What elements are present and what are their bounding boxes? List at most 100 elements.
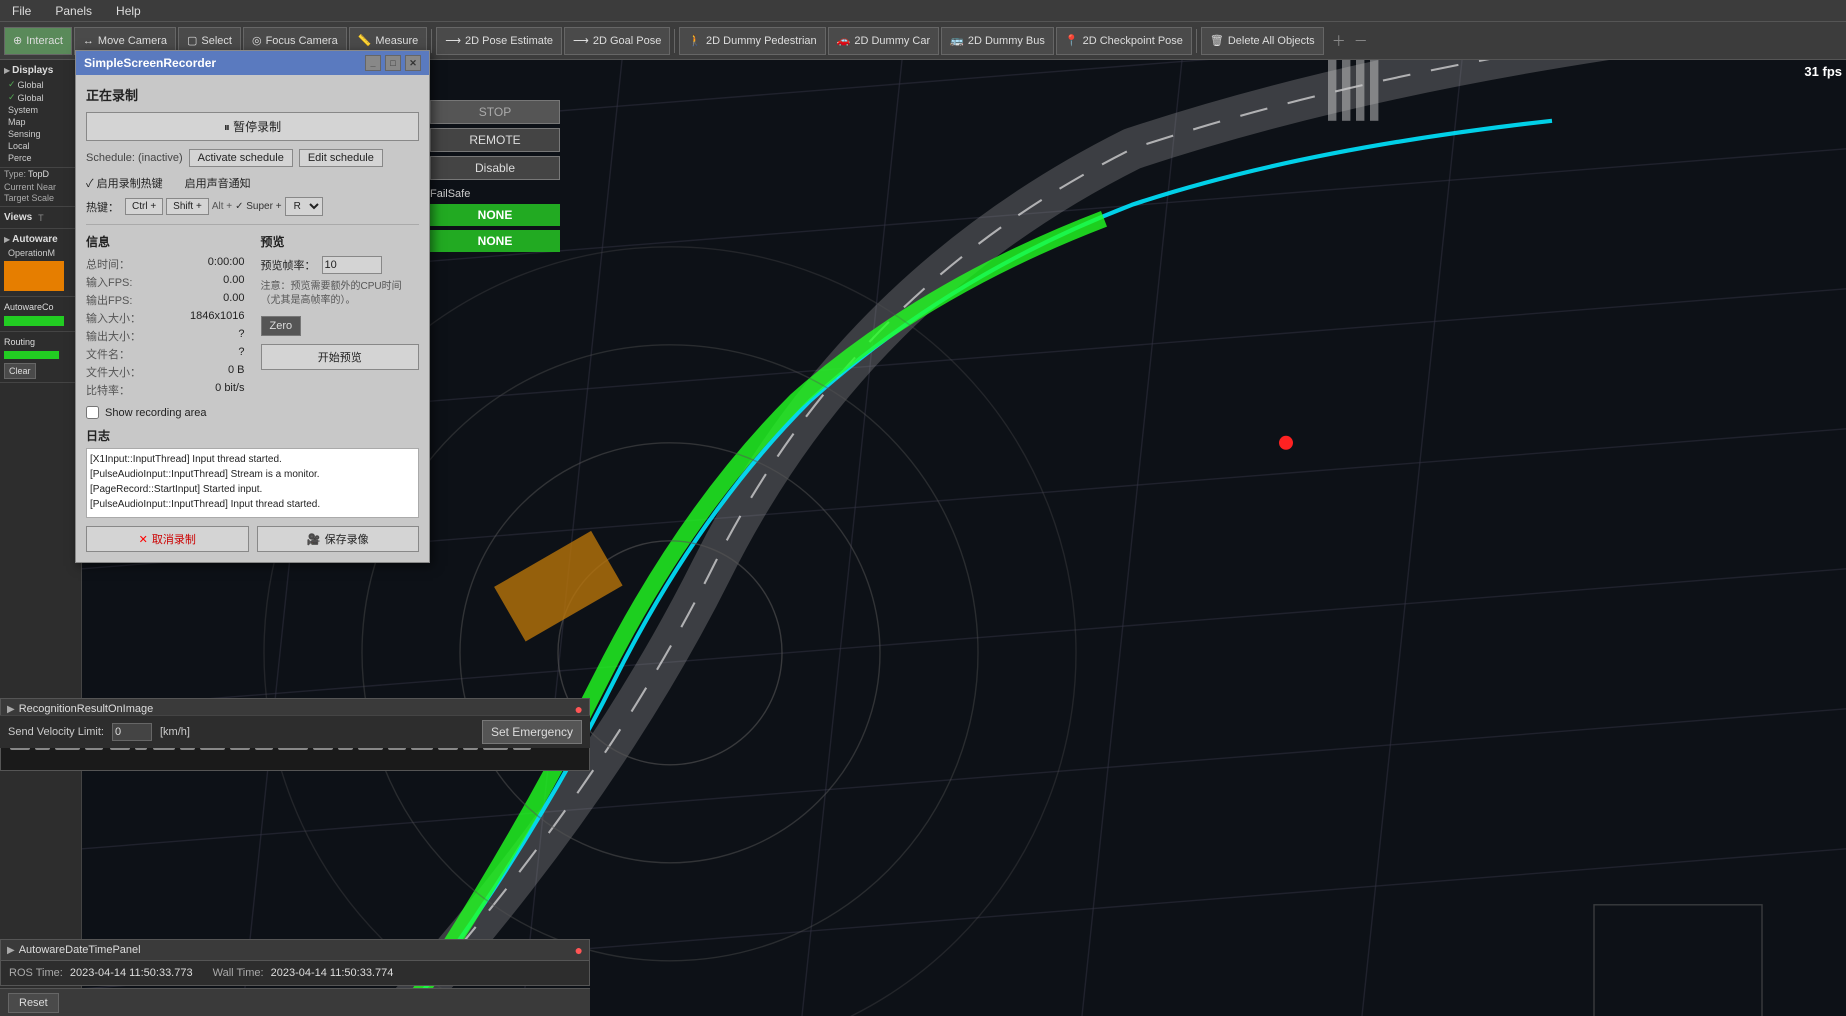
log-content: [X1Input::InputThread] Input thread star…: [86, 448, 419, 518]
recognition-close-button[interactable]: ●: [575, 702, 583, 716]
routing-section: Routing Clear: [0, 332, 81, 383]
autowareco-section: AutowareCo: [0, 297, 81, 332]
none-button-2[interactable]: NONE: [430, 230, 560, 252]
goal-pose-button[interactable]: ⟶ 2D Goal Pose: [564, 27, 670, 55]
left-sidebar: ▶ Displays ✓ Global ✓ Global System Map …: [0, 60, 82, 1016]
sidebar-perce-text: Perce: [8, 153, 32, 163]
pose-estimate-icon: ⟶: [445, 34, 461, 47]
interact-icon: ⊕: [13, 34, 22, 47]
measure-icon: 📏: [358, 34, 372, 47]
dummy-pedestrian-button[interactable]: 🚶 2D Dummy Pedestrian: [679, 27, 825, 55]
dummy-car-button[interactable]: 🚗 2D Dummy Car: [828, 27, 940, 55]
pose-estimate-button[interactable]: ⟶ 2D Pose Estimate: [436, 27, 562, 55]
displays-label: Displays: [12, 65, 53, 76]
stop-button[interactable]: STOP: [430, 100, 560, 124]
reset-button[interactable]: Reset: [8, 993, 59, 1013]
autoware-header[interactable]: ▶ Autoware: [4, 232, 77, 247]
failsafe-row: FailSafe: [430, 188, 560, 200]
displays-header[interactable]: ▶ Displays: [4, 63, 77, 78]
menu-file[interactable]: File: [8, 2, 35, 20]
ctrl-key-button[interactable]: Ctrl +: [125, 198, 163, 215]
edit-schedule-button[interactable]: Edit schedule: [299, 149, 383, 167]
filesize-row: 文件大小： 0 B: [86, 364, 245, 380]
operation-status-box: [4, 261, 64, 291]
save-recording-button[interactable]: 🎥 保存录像: [257, 526, 420, 552]
zero-button[interactable]: Zero: [261, 316, 302, 336]
checkpoint-pose-button[interactable]: 📍 2D Checkpoint Pose: [1056, 27, 1192, 55]
sidebar-item-map[interactable]: Map: [4, 116, 77, 128]
toolbar-minus-icon[interactable]: －: [1354, 31, 1368, 51]
filename-row: 文件名： ?: [86, 346, 245, 362]
clear-button[interactable]: Clear: [4, 363, 36, 379]
ssr-close-button[interactable]: ✕: [405, 55, 421, 71]
dummy-bus-button[interactable]: 🚌 2D Dummy Bus: [941, 27, 1054, 55]
ssr-titlebar: SimpleScreenRecorder _ □ ✕: [76, 51, 429, 75]
views-header[interactable]: Views T: [4, 210, 77, 225]
filesize-label: 文件大小：: [86, 364, 141, 380]
menu-panels[interactable]: Panels: [51, 2, 96, 20]
ssr-dialog: SimpleScreenRecorder _ □ ✕ 正在录制 ⏸ 暂停录制 S…: [75, 50, 430, 563]
log-line-1: [X1Input::InputThread] Input thread star…: [90, 452, 415, 467]
dummy-car-icon: 🚗: [837, 34, 851, 47]
remote-button[interactable]: REMOTE: [430, 128, 560, 152]
start-preview-button[interactable]: 开始预览: [261, 344, 420, 370]
displays-section: ▶ Displays ✓ Global ✓ Global System Map …: [0, 60, 81, 168]
sidebar-item-system[interactable]: System: [4, 104, 77, 116]
alt-label: Alt +: [212, 201, 232, 212]
toolbar-plus-icon[interactable]: ＋: [1332, 31, 1346, 51]
delete-all-button[interactable]: 🗑 Delete All Objects: [1201, 27, 1324, 55]
ssr-preview-col: 预览 预览帧率： 注意：预览需要额外的CPU时间（尤其是高帧率的）。 Zero …: [261, 233, 420, 400]
type-value: TopD: [28, 169, 49, 179]
recognition-header-left: ▶ RecognitionResultOnImage: [7, 703, 153, 715]
preview-rate-input[interactable]: [322, 256, 382, 274]
sidebar-item-global2[interactable]: ✓ Global: [4, 91, 77, 104]
hotkey-key-select[interactable]: R: [285, 197, 323, 216]
datetime-close-button[interactable]: ●: [575, 943, 583, 957]
menu-help[interactable]: Help: [112, 2, 145, 20]
preview-rate-label: 预览帧率：: [261, 257, 316, 273]
sidebar-item-global1[interactable]: ✓ Global: [4, 78, 77, 91]
ssr-maximize-button[interactable]: □: [385, 55, 401, 71]
toolbar-separator-1: [431, 29, 432, 53]
ssr-info-preview: 信息 总时间： 0:00:00 输入FPS: 0.00 输出FPS: 0.00 …: [86, 233, 419, 400]
ros-time-label: ROS Time:: [9, 967, 63, 979]
output-size-value: ?: [238, 328, 244, 344]
sidebar-item-local[interactable]: Local: [4, 140, 77, 152]
ssr-pause-button[interactable]: ⏸ 暂停录制: [86, 112, 419, 141]
ssr-title: SimpleScreenRecorder: [84, 56, 216, 70]
filename-label: 文件名：: [86, 346, 130, 362]
schedule-label: Schedule: (inactive): [86, 152, 183, 164]
show-recording-checkbox[interactable]: [86, 406, 99, 419]
ssr-minimize-button[interactable]: _: [365, 55, 381, 71]
datetime-content: ROS Time: 2023-04-14 11:50:33.773 Wall T…: [1, 961, 589, 985]
delete-all-icon: 🗑: [1210, 34, 1224, 47]
bitrate-label: 比特率：: [86, 382, 130, 398]
datetime-title: AutowareDateTimePanel: [19, 944, 141, 956]
schedule-row: Schedule: (inactive) Activate schedule E…: [86, 149, 419, 167]
sidebar-map-text: Map: [8, 117, 26, 127]
none-button-1[interactable]: NONE: [430, 204, 560, 226]
cancel-recording-button[interactable]: ✕ 取消录制: [86, 526, 249, 552]
emergency-button[interactable]: Set Emergency: [482, 720, 582, 744]
autowareco-bar: [4, 316, 64, 326]
preview-note: 注意：预览需要额外的CPU时间（尤其是高帧率的）。: [261, 280, 420, 308]
activate-schedule-button[interactable]: Activate schedule: [189, 149, 293, 167]
velocity-input[interactable]: [112, 723, 152, 741]
type-row: Type: TopD: [0, 168, 81, 180]
recognition-title: RecognitionResultOnImage: [19, 703, 154, 715]
sidebar-item-perce[interactable]: Perce: [4, 152, 77, 164]
operation-label: OperationM: [8, 248, 55, 258]
focus-camera-icon: ◎: [252, 34, 262, 47]
hotkey-combo-row: 热键： Ctrl + Shift + Alt + ✓ Super + R: [86, 197, 419, 216]
sidebar-item-sensing[interactable]: Sensing: [4, 128, 77, 140]
select-icon: ▢: [187, 34, 197, 47]
disable-button[interactable]: Disable: [430, 156, 560, 180]
bitrate-value: 0 bit/s: [215, 382, 244, 398]
sidebar-global1-text: Global: [18, 80, 44, 90]
velocity-row: Send Velocity Limit: [km/h] Set Emergenc…: [0, 715, 590, 748]
interact-button[interactable]: ⊕ Interact: [4, 27, 72, 55]
current-near-section: Current Near Target Scale: [0, 180, 81, 207]
shift-key-button[interactable]: Shift +: [166, 198, 209, 215]
input-size-row: 输入大小： 1846x1016: [86, 310, 245, 326]
ssr-bottom-buttons: ✕ 取消录制 🎥 保存录像: [86, 526, 419, 552]
